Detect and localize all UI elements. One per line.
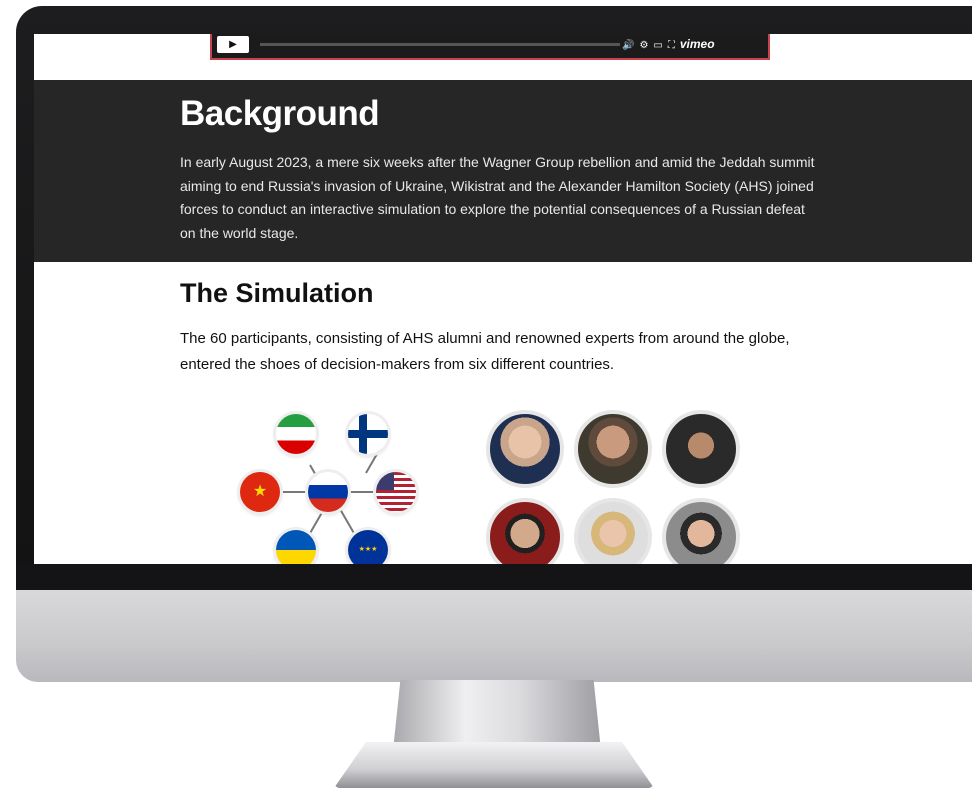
iran-flag-icon xyxy=(276,414,316,454)
video-player[interactable]: ▶ 🔊 ⚙ ▭ ⛶ vimeo xyxy=(210,34,770,60)
china-flag-icon: ★ xyxy=(240,472,280,512)
pip-icon[interactable]: ▭ xyxy=(653,40,662,51)
settings-icon[interactable]: ⚙ xyxy=(639,40,648,51)
simulation-title: The Simulation xyxy=(180,278,374,308)
monitor-stand-base xyxy=(334,742,654,788)
background-text: In early August 2023, a mere six weeks a… xyxy=(180,154,815,241)
monitor-chin xyxy=(16,590,972,682)
eu-flag-icon: ★★★ xyxy=(348,530,388,564)
simulation-text: The 60 participants, consisting of AHS a… xyxy=(180,330,790,373)
ukraine-flag-icon xyxy=(276,530,316,564)
background-title: Background xyxy=(180,94,380,133)
leader-portrait-usa xyxy=(486,410,564,488)
play-button[interactable]: ▶ xyxy=(217,36,249,53)
leader-portrait-china xyxy=(486,498,564,564)
leader-portrait-iran xyxy=(662,410,740,488)
connector-line xyxy=(348,491,378,493)
finland-flag-icon xyxy=(348,414,388,454)
leader-portrait-finland xyxy=(662,498,740,564)
russia-flag-icon xyxy=(308,472,348,512)
background-section: Background In early August 2023, a mere … xyxy=(34,80,972,262)
volume-icon[interactable]: 🔊 xyxy=(622,40,634,51)
leader-portrait-ukraine xyxy=(574,410,652,488)
leader-portrait-eu xyxy=(574,498,652,564)
connector-line xyxy=(339,508,356,536)
vimeo-logo[interactable]: vimeo xyxy=(680,37,715,51)
monitor-bezel xyxy=(16,564,972,590)
connector-line xyxy=(308,508,325,536)
connector-line xyxy=(280,491,310,493)
video-controls: 🔊 ⚙ ▭ ⛶ vimeo xyxy=(622,37,720,51)
video-progress-bar[interactable] xyxy=(260,43,620,46)
fullscreen-icon[interactable]: ⛶ xyxy=(668,40,675,51)
usa-flag-icon xyxy=(376,472,416,512)
monitor-screen: ▶ 🔊 ⚙ ▭ ⛶ vimeo Background In early August 2… xyxy=(34,34,972,564)
